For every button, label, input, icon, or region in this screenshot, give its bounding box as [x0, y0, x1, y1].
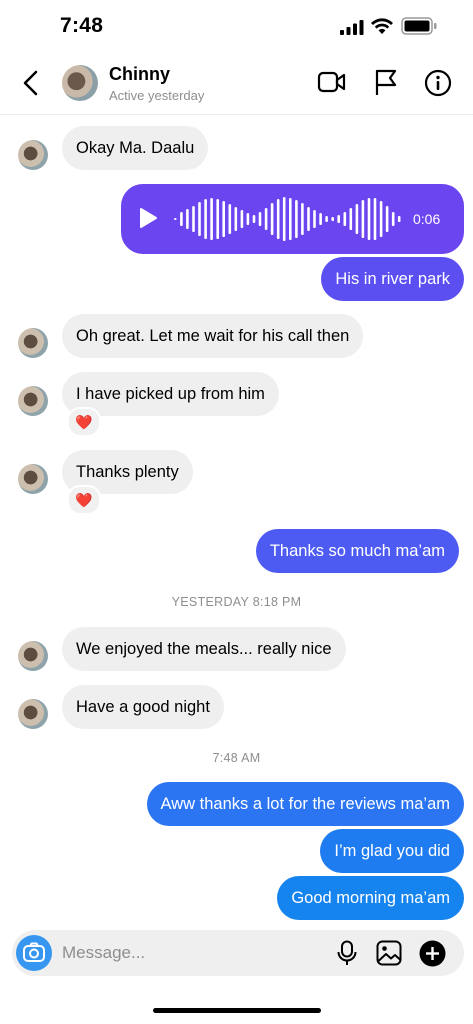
heart-reaction[interactable]: ❤️: [67, 407, 101, 437]
waveform-bar: [234, 207, 238, 231]
message-bubble-outgoing[interactable]: Good morning ma’am: [277, 876, 464, 920]
message-bubble-outgoing[interactable]: I’m glad you did: [320, 829, 464, 873]
video-call-icon[interactable]: [317, 69, 347, 100]
heart-reaction[interactable]: ❤️: [67, 485, 101, 515]
waveform-bar: [246, 213, 250, 225]
flag-icon[interactable]: [374, 68, 398, 101]
camera-button[interactable]: [16, 935, 52, 971]
waveform-bar: [319, 213, 322, 225]
avatar[interactable]: [18, 328, 48, 358]
waveform-bar: [295, 200, 298, 238]
waveform-bar: [240, 210, 244, 228]
avatar[interactable]: [18, 641, 48, 671]
contact-name[interactable]: Chinny: [109, 64, 170, 85]
timestamp: 7:48 AM: [212, 751, 261, 765]
message-input[interactable]: [62, 942, 302, 964]
waveform-bar: [397, 216, 401, 222]
waveform-bar: [204, 199, 207, 239]
avatar[interactable]: [18, 386, 48, 416]
microphone-icon[interactable]: [335, 940, 359, 971]
waveform-bar: [289, 198, 292, 240]
waveform-bar: [337, 215, 340, 223]
voice-waveform: [173, 197, 403, 241]
contact-status: Active yesterday: [109, 88, 205, 103]
avatar[interactable]: [18, 140, 48, 170]
waveform-bar: [174, 218, 177, 220]
message-bubble-outgoing[interactable]: Aww thanks a lot for the reviews ma’am: [146, 782, 464, 826]
waveform-bar: [270, 203, 274, 235]
message-bubble-incoming[interactable]: We enjoyed the meals... really nice: [62, 627, 346, 671]
message-bubble-outgoing[interactable]: His in river park: [321, 257, 464, 301]
waveform-bar: [391, 212, 395, 226]
camera-icon: [23, 942, 45, 962]
message-bubble-outgoing[interactable]: Thanks so much ma’am: [255, 529, 459, 573]
waveform-bar: [258, 212, 262, 226]
add-icon[interactable]: [419, 940, 446, 972]
waveform-bar: [367, 198, 371, 240]
waveform-bar: [186, 209, 189, 229]
waveform-bar: [385, 206, 389, 232]
message-bubble-incoming[interactable]: Have a good night: [62, 685, 224, 729]
home-indicator: [153, 1008, 321, 1013]
gallery-icon[interactable]: [376, 940, 402, 971]
avatar[interactable]: [18, 464, 48, 494]
waveform-bar: [325, 216, 328, 222]
waveform-bar: [252, 215, 256, 223]
voice-duration: 0:06: [413, 211, 441, 227]
waveform-bar: [301, 203, 304, 235]
waveform-bar: [355, 204, 359, 234]
waveform-bar: [210, 198, 213, 240]
wifi-icon: [371, 18, 393, 40]
cellular-signal-icon: [340, 20, 364, 40]
timestamp: YESTERDAY 8:18 PM: [171, 595, 302, 609]
waveform-bar: [282, 197, 286, 241]
waveform-bar: [349, 208, 353, 230]
avatar[interactable]: [62, 65, 98, 101]
message-bubble-incoming[interactable]: Okay Ma. Daalu: [62, 126, 209, 170]
play-icon[interactable]: [138, 207, 158, 234]
message-bubble-incoming[interactable]: Oh great. Let me wait for his call then: [62, 314, 364, 358]
waveform-bar: [379, 201, 383, 237]
waveform-bar: [216, 199, 219, 239]
info-icon[interactable]: [424, 69, 452, 102]
waveform-bar: [373, 198, 377, 240]
back-icon[interactable]: [18, 68, 46, 98]
battery-icon: [401, 17, 437, 40]
waveform-bar: [228, 204, 232, 234]
waveform-bar: [264, 208, 268, 230]
waveform-bar: [343, 212, 347, 226]
waveform-bar: [180, 212, 183, 226]
waveform-bar: [361, 200, 365, 238]
avatar[interactable]: [18, 699, 48, 729]
waveform-bar: [276, 199, 280, 239]
waveform-bar: [313, 210, 316, 228]
waveform-bar: [192, 206, 195, 232]
waveform-bar: [222, 201, 225, 237]
waveform-bar: [307, 207, 310, 231]
waveform-bar: [198, 202, 201, 236]
waveform-bar: [331, 217, 334, 221]
status-time: 7:48: [60, 14, 104, 37]
